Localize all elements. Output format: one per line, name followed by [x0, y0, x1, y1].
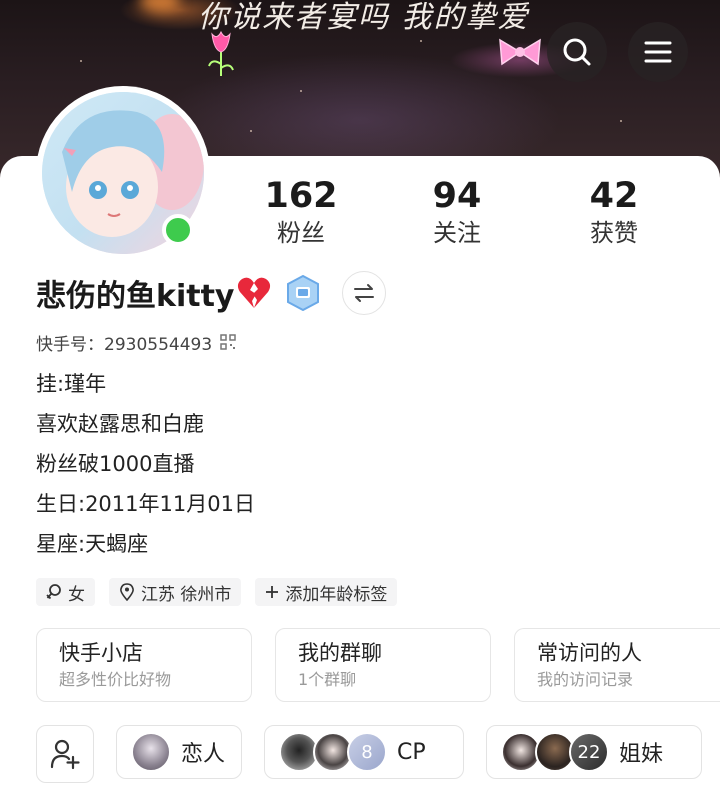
bow-icon — [499, 38, 541, 66]
group-chat-card[interactable]: 我的群聊 1个群聊 — [275, 628, 491, 702]
likes-count: 42 — [589, 176, 639, 216]
kwai-shop-card[interactable]: 快手小店 超多性价比好物 — [36, 628, 252, 702]
sparkle — [420, 40, 422, 42]
bio-line: 挂:瑾年 — [36, 372, 107, 396]
level-badge-icon[interactable] — [286, 275, 320, 311]
tulip-icon — [208, 30, 234, 76]
card-subtitle: 1个群聊 — [298, 670, 357, 689]
location-label: 江苏 徐州市 — [141, 584, 232, 605]
gender-label: 女 — [68, 584, 85, 605]
card-subtitle: 我的访问记录 — [537, 670, 634, 689]
sparkle — [80, 60, 82, 62]
lover-label: 恋人 — [181, 742, 226, 767]
cp-avatar-stack: 8 — [279, 732, 387, 772]
card-subtitle: 超多性价比好物 — [59, 670, 172, 689]
frequent-visitors-card[interactable]: 常访问的人 我的访问记录 — [514, 628, 720, 702]
add-age-tag[interactable]: 添加年龄标签 — [255, 578, 398, 606]
menu-icon — [644, 41, 672, 63]
following-stat[interactable]: 94 关注 — [397, 176, 517, 250]
bio-line: 粉丝破1000直播 — [36, 452, 195, 476]
bio-line: 星座:天蝎座 — [36, 532, 149, 556]
sisters-label: 姐妹 — [619, 742, 664, 767]
search-icon — [563, 38, 591, 66]
sisters-relation[interactable]: 22 姐妹 — [486, 725, 702, 779]
sparkle — [620, 120, 622, 122]
location-tag[interactable]: 江苏 徐州市 — [109, 578, 242, 606]
bio-line: 生日:2011年11月01日 — [36, 492, 255, 516]
cp-label: CP — [397, 739, 426, 765]
sparkle — [250, 130, 252, 132]
cp-count-avatar: 8 — [347, 732, 387, 772]
sisters-count-avatar: 22 — [569, 732, 609, 772]
online-status-indicator — [162, 214, 194, 246]
cp-relation[interactable]: 8 CP — [264, 725, 464, 779]
add-age-label: 添加年龄标签 — [285, 584, 388, 605]
name-row: 悲伤的鱼kitty — [36, 270, 387, 316]
banner-text: 你说来者宴吗 我的挚爱 — [198, 0, 530, 35]
kuaishou-id: 快手号：2930554493 — [36, 334, 213, 355]
menu-button[interactable] — [628, 22, 688, 82]
broken-heart-icon — [238, 277, 271, 308]
add-user-icon — [50, 739, 80, 770]
banner-glow — [140, 0, 180, 12]
add-friend-button[interactable] — [36, 725, 94, 783]
lover-relation[interactable]: 恋人 — [116, 725, 242, 779]
followers-count: 162 — [264, 176, 338, 216]
search-button[interactable] — [547, 22, 607, 82]
followers-stat[interactable]: 162 粉丝 — [241, 176, 361, 250]
card-title: 快手小店 — [59, 641, 143, 665]
following-label: 关注 — [433, 219, 481, 247]
qr-code-icon[interactable] — [220, 334, 236, 350]
swap-arrows-icon — [354, 284, 375, 302]
bio-line: 喜欢赵露思和白鹿 — [36, 412, 204, 436]
sparkle — [300, 90, 302, 92]
following-count: 94 — [432, 176, 482, 216]
followers-label: 粉丝 — [277, 219, 325, 247]
profile-name: 悲伤的鱼kitty — [36, 279, 235, 314]
likes-stat[interactable]: 42 获赞 — [554, 176, 674, 250]
kuaishou-id-row[interactable]: 快手号：2930554493 — [36, 330, 236, 355]
sisters-avatar-stack: 22 — [501, 732, 609, 772]
plus-icon — [266, 586, 279, 598]
card-title: 我的群聊 — [298, 641, 382, 665]
likes-label: 获赞 — [590, 219, 638, 247]
switch-account-button[interactable] — [342, 271, 387, 315]
lover-avatar — [131, 732, 171, 772]
profile-tags: 女 江苏 徐州市 添加年龄标签 — [36, 578, 398, 606]
gender-tag[interactable]: 女 — [36, 578, 95, 606]
female-icon — [46, 584, 61, 600]
location-pin-icon — [120, 583, 134, 601]
bio: 挂:瑾年 喜欢赵露思和白鹿 粉丝破1000直播 生日:2011年11月01日 星… — [36, 364, 255, 564]
card-title: 常访问的人 — [537, 641, 642, 665]
